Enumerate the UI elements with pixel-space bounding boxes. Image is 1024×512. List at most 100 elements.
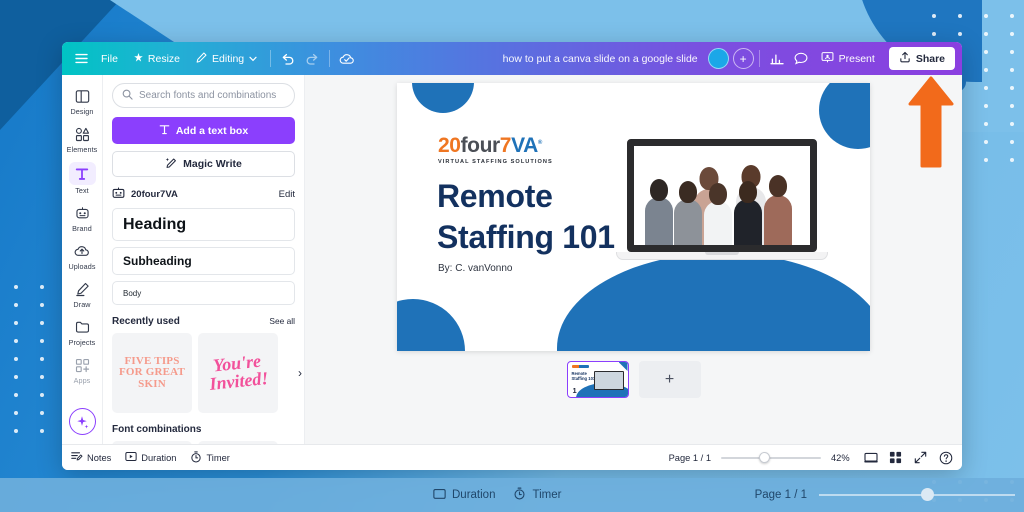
pages-strip: Remote Staffing 101 1 +	[567, 361, 701, 398]
share-upload-icon	[899, 51, 911, 66]
editing-label: Editing	[212, 53, 244, 65]
body-style-card[interactable]: Body	[112, 281, 295, 305]
list-item[interactable]	[112, 441, 192, 444]
brand-edit-button[interactable]: Edit	[279, 189, 295, 200]
team-photo	[634, 146, 810, 245]
laptop-mockup[interactable]	[627, 139, 817, 260]
draw-icon	[71, 279, 93, 299]
share-button[interactable]: Share	[889, 47, 955, 70]
help-icon[interactable]	[938, 450, 953, 465]
toolbar-divider-3	[759, 50, 760, 67]
duration-icon	[125, 451, 137, 464]
sidebar-item-brand[interactable]: Brand	[63, 199, 101, 236]
slide-canvas[interactable]: 20four7VA® VIRTUAL STAFFING SOLUTIONS Re…	[397, 83, 870, 351]
duration-label: Duration	[141, 453, 176, 463]
canva-editor-window: File Resize Editing how to p	[62, 42, 962, 470]
timer-label: Timer	[206, 453, 229, 463]
magic-star-icon[interactable]	[69, 408, 96, 435]
notes-button[interactable]: Notes	[71, 451, 111, 464]
status-bar-right: Page 1 / 1 42%	[669, 450, 953, 465]
laptop-screen	[627, 139, 817, 252]
toolbar-divider-2	[329, 50, 330, 67]
sidebar-item-draw[interactable]: Draw	[63, 275, 101, 312]
add-collaborator-button[interactable]: +	[733, 48, 754, 69]
thumb-page-number: 1	[573, 386, 577, 395]
duration-button[interactable]: Duration	[125, 451, 176, 464]
magic-write-button[interactable]: Magic Write	[112, 151, 295, 177]
file-menu-label: File	[101, 53, 118, 65]
slide-title[interactable]: Remote Staffing 101	[437, 176, 615, 258]
slide-title-line-1: Remote	[437, 176, 615, 217]
page-thumbnail-1[interactable]: Remote Staffing 101 1	[567, 361, 629, 398]
fullscreen-icon[interactable]	[913, 450, 928, 465]
editing-mode-button[interactable]: Editing	[188, 47, 265, 70]
logo-part-20: 20	[438, 134, 461, 157]
recent-item-text-2: You're Invited!	[198, 351, 278, 394]
sidebar-item-uploads[interactable]: Uploads	[63, 237, 101, 274]
collaborators: +	[708, 48, 754, 69]
list-item[interactable]	[198, 441, 278, 444]
brand-icon	[71, 203, 93, 223]
list-item[interactable]: You're Invited!	[198, 333, 278, 413]
sidebar-item-elements[interactable]: Elements	[63, 120, 101, 157]
redo-icon[interactable]	[300, 47, 324, 70]
sidebar-item-projects[interactable]: Projects	[63, 313, 101, 350]
resize-button[interactable]: Resize	[126, 47, 188, 70]
file-menu-button[interactable]: File	[93, 47, 126, 70]
zoom-level: 42%	[831, 453, 853, 463]
subheading-style-card[interactable]: Subheading	[112, 247, 295, 275]
zoom-slider-knob[interactable]	[759, 452, 770, 463]
cloud-saved-icon[interactable]	[335, 47, 359, 70]
zoom-slider[interactable]	[721, 452, 821, 464]
see-all-button[interactable]: See all	[269, 316, 295, 326]
logo-subtitle: VIRTUAL STAFFING SOLUTIONS	[438, 159, 553, 165]
grid-view-icon[interactable]	[888, 450, 903, 465]
comment-icon[interactable]	[789, 47, 813, 70]
overlay-duration-button[interactable]: Duration	[433, 488, 495, 503]
editor-body: Design Elements Text	[62, 75, 962, 444]
brand-name: 20four7VA	[131, 189, 178, 200]
overlay-timer-label: Timer	[532, 489, 561, 501]
resize-label: Resize	[148, 53, 180, 65]
slide-byline[interactable]: By: C. vanVonno	[438, 263, 513, 274]
slide-circle-top-left	[412, 83, 474, 113]
thumb-logo	[572, 365, 589, 368]
pencil-icon	[196, 52, 207, 66]
side-rail: Design Elements Text	[62, 75, 103, 444]
present-icon	[821, 51, 834, 66]
sidebar-label-apps: Apps	[74, 376, 91, 385]
overlay-timer-button[interactable]: Timer	[513, 487, 561, 503]
heading-style-card[interactable]: Heading	[112, 208, 295, 241]
chevron-right-icon[interactable]: ›	[298, 366, 302, 380]
add-text-box-button[interactable]: Add a text box	[112, 117, 295, 144]
insights-icon[interactable]	[765, 47, 789, 70]
sidebar-item-apps[interactable]: Apps	[63, 351, 101, 388]
document-title[interactable]: how to put a canva slide on a google sli…	[493, 53, 708, 65]
brand-kit-row: 20four7VA Edit	[112, 187, 295, 202]
overlay-slider-knob[interactable]	[921, 488, 934, 501]
slide-title-line-2: Staffing 101	[437, 217, 615, 258]
present-button[interactable]: Present	[813, 47, 883, 70]
chevron-down-icon	[249, 53, 257, 65]
add-page-button[interactable]: +	[639, 361, 701, 398]
thumb-title: Remote Staffing 101	[572, 371, 596, 381]
magic-pen-icon	[165, 157, 177, 172]
overlay-progress-slider[interactable]	[819, 488, 1015, 502]
present-view-icon[interactable]	[863, 450, 878, 465]
sidebar-label-draw: Draw	[73, 300, 90, 309]
notes-icon	[71, 451, 83, 464]
thumb-corner-marker	[619, 362, 628, 371]
search-input[interactable]: Search fonts and combinations	[112, 83, 295, 108]
sidebar-item-text[interactable]: Text	[63, 158, 101, 198]
thumb-title-line-2: Staffing 101	[572, 376, 596, 381]
slide-wave-bottom	[557, 253, 870, 351]
hamburger-icon[interactable]	[69, 47, 93, 70]
slide-circle-bottom-left	[397, 299, 465, 351]
list-item[interactable]: FIVE TIPS FOR GREAT SKIN	[112, 333, 192, 413]
timer-icon	[513, 487, 526, 503]
undo-icon[interactable]	[276, 47, 300, 70]
player-overlay-bar: Duration Timer Page 1 / 1	[0, 478, 1024, 512]
timer-button[interactable]: Timer	[190, 451, 229, 465]
sidebar-item-design[interactable]: Design	[63, 82, 101, 119]
avatar[interactable]	[708, 48, 729, 69]
